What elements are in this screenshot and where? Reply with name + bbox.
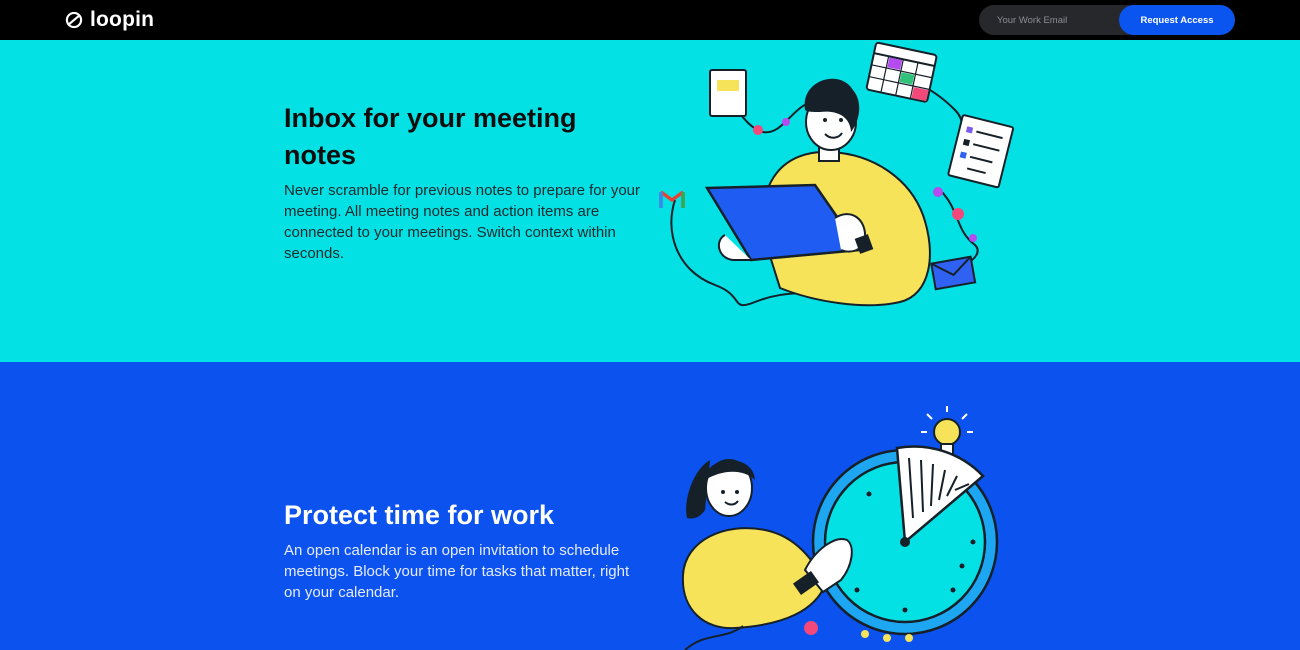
brand-logo[interactable]: loopin <box>64 8 154 32</box>
feature-description: Never scramble for previous notes to pre… <box>284 182 640 262</box>
request-access-form: Request Access <box>979 5 1235 35</box>
feature-protect-time: Protect time for work An open calendar i… <box>0 362 1300 650</box>
request-access-button[interactable]: Request Access <box>1119 5 1235 35</box>
feature-title: Protect time for work <box>284 500 555 530</box>
notebook-icon <box>709 69 747 117</box>
envelope-icon <box>930 255 977 291</box>
protect-time-illustration <box>681 406 999 650</box>
loopin-logo-icon <box>65 11 83 29</box>
brand-name: loopin <box>90 8 155 31</box>
calendar-icon <box>865 41 938 103</box>
top-navbar: loopin Request Access <box>0 0 1300 40</box>
feature-meeting-notes: Inbox for your meeting notes Never scram… <box>0 40 1300 362</box>
feature-title: Inbox for your meeting notes <box>284 103 577 170</box>
meeting-notes-illustration <box>659 41 1015 307</box>
gmail-icon <box>659 190 685 208</box>
feature-description: An open calendar is an open invitation t… <box>284 542 630 601</box>
person-holding-clock-illustration <box>681 459 853 630</box>
checklist-document-icon <box>947 114 1015 189</box>
